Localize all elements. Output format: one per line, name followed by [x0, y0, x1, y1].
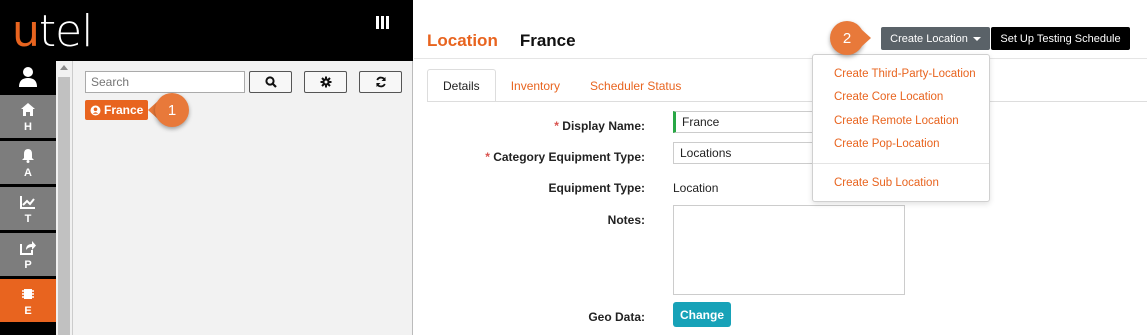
app-root: u tel H A T P E Search France 1 Location…: [0, 0, 1147, 335]
page-title-type: Location: [427, 31, 498, 50]
callout-1-number: 1: [155, 93, 189, 127]
nav-item-p-label: P: [24, 258, 32, 271]
create-location-dropdown: Create Third-Party-Location Create Core …: [812, 54, 990, 202]
sidebar-nav: H A T P E: [0, 61, 56, 335]
category-equipment-type-label: * Category Equipment Type:: [485, 150, 645, 164]
gear-icon: [320, 76, 331, 88]
callout-1: 1: [148, 93, 189, 127]
nav-item-h-label: H: [24, 120, 32, 133]
caret-down-icon: [972, 36, 981, 41]
nav-item-e[interactable]: E: [0, 277, 56, 322]
menu-divider: [813, 163, 989, 164]
display-name-field[interactable]: France: [673, 111, 823, 133]
refresh-icon: [375, 76, 386, 88]
page-title: Location France: [427, 31, 576, 51]
category-equipment-type-select[interactable]: Locations: [673, 142, 823, 164]
utel-logo[interactable]: u tel: [12, 6, 94, 57]
nav-item-t[interactable]: T: [0, 185, 56, 230]
equipment-type-label: Equipment Type:: [548, 181, 645, 195]
tab-scheduler-status[interactable]: Scheduler Status: [575, 69, 696, 102]
chip-icon: [20, 285, 36, 303]
scroll-thumb[interactable]: [58, 77, 70, 335]
user-icon[interactable]: [0, 61, 56, 93]
create-location-button[interactable]: Create Location: [881, 27, 990, 50]
set-up-testing-schedule-button[interactable]: Set Up Testing Schedule: [991, 27, 1130, 50]
nav-item-a[interactable]: A: [0, 139, 56, 184]
home-icon: [20, 101, 36, 119]
display-name-label: * Display Name:: [554, 119, 645, 133]
nav-item-h[interactable]: H: [0, 93, 56, 138]
chart-line-icon: [20, 193, 36, 211]
geo-data-label: Geo Data:: [588, 310, 645, 324]
notes-label: Notes:: [607, 213, 645, 227]
search-icon: [264, 76, 277, 88]
menu-item-core-location[interactable]: Create Core Location: [834, 91, 943, 103]
location-badge-icon: [90, 105, 101, 115]
tree-scrollbar[interactable]: [56, 61, 73, 335]
columns-menu-icon[interactable]: [376, 16, 390, 30]
detail-tabs: Details Inventory Scheduler Status: [427, 69, 696, 102]
nav-item-e-label: E: [24, 304, 32, 317]
tree-node-france[interactable]: France: [85, 100, 149, 120]
callout-2: 2: [830, 21, 871, 55]
menu-item-pop-location[interactable]: Create Pop-Location: [834, 138, 939, 150]
equipment-type-value: Location: [673, 181, 719, 195]
scroll-up-icon[interactable]: [60, 65, 68, 70]
change-geo-button[interactable]: Change: [673, 302, 731, 327]
refresh-button[interactable]: [359, 71, 402, 93]
tab-inventory[interactable]: Inventory: [496, 69, 575, 102]
menu-item-third-party-location[interactable]: Create Third-Party-Location: [834, 68, 976, 80]
settings-button[interactable]: [304, 71, 347, 93]
callout-2-number: 2: [830, 21, 864, 55]
tree-panel: France: [73, 61, 413, 335]
search-input[interactable]: [85, 71, 245, 93]
required-mark: *: [485, 150, 490, 164]
logo-rest: tel: [38, 6, 94, 57]
brand-bar: u tel: [0, 0, 413, 61]
main-panel: Location France Create Location Set Up Te…: [414, 0, 1147, 335]
menu-item-remote-location[interactable]: Create Remote Location: [834, 115, 959, 127]
notes-textarea[interactable]: [673, 205, 905, 295]
tab-details[interactable]: Details: [427, 69, 496, 102]
tab-divider: [427, 101, 1147, 102]
nav-item-a-label: A: [24, 166, 32, 179]
logo-u: u: [12, 6, 40, 57]
menu-item-sub-location[interactable]: Create Sub Location: [834, 177, 939, 189]
nav-item-p[interactable]: P: [0, 231, 56, 276]
nav-item-t-label: T: [24, 212, 32, 225]
tree-node-label: France: [104, 103, 144, 117]
page-title-name: France: [519, 31, 576, 50]
required-mark: *: [554, 119, 559, 133]
share-icon: [20, 239, 36, 257]
header-divider: [414, 58, 1147, 59]
bell-icon: [21, 147, 35, 165]
create-location-label: Create Location: [890, 32, 968, 45]
search-button[interactable]: [249, 71, 292, 93]
